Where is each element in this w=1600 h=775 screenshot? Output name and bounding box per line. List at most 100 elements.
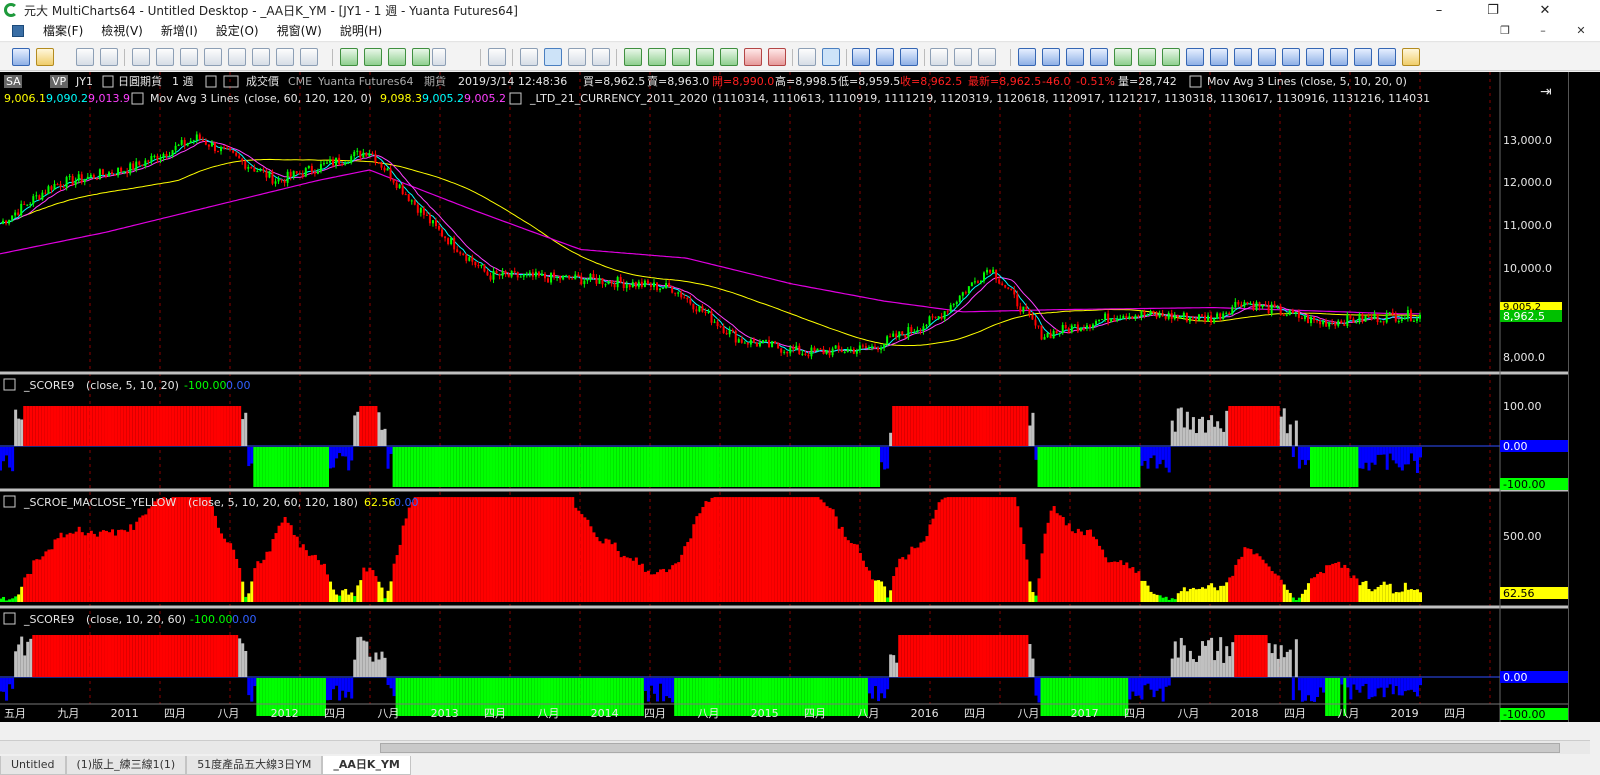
menu-window[interactable]: 視窗(W) xyxy=(268,22,331,39)
score-bar xyxy=(1128,678,1132,700)
crosshair-icon[interactable] xyxy=(822,48,840,66)
indicator-1-icon[interactable] xyxy=(624,48,642,66)
score-bar xyxy=(486,447,490,487)
remove-sub2-icon[interactable] xyxy=(3,495,16,508)
refresh-icon[interactable] xyxy=(1306,48,1324,66)
chart-window[interactable]: SA VP JY1 日圓期貨 1 週 成交價 CME Yuanta Future… xyxy=(0,72,1568,722)
line-chart-style-icon[interactable] xyxy=(592,48,610,66)
indicator-6-icon[interactable] xyxy=(744,48,762,66)
score-bar xyxy=(898,635,902,677)
strategy-icon[interactable] xyxy=(388,48,406,66)
bar-chart-style-icon[interactable] xyxy=(520,48,538,66)
rotate-icon[interactable] xyxy=(1282,48,1300,66)
scroll-right-icon[interactable] xyxy=(1042,48,1060,66)
remove-sub3-icon[interactable] xyxy=(3,612,16,625)
format-window-icon[interactable] xyxy=(488,48,506,66)
maclose-bar xyxy=(537,497,541,602)
menu-insert[interactable]: 新增(I) xyxy=(152,22,207,39)
scroll-left-icon[interactable] xyxy=(1018,48,1036,66)
chart-layout-3-icon[interactable] xyxy=(978,48,996,66)
menu-view[interactable]: 檢視(V) xyxy=(92,22,152,39)
horizontal-scrollbar[interactable] xyxy=(0,740,1590,754)
mdi-close-button[interactable]: ✕ xyxy=(1562,20,1600,42)
remove-sub1-icon[interactable] xyxy=(3,378,16,391)
menu-help[interactable]: 說明(H) xyxy=(331,22,391,39)
scanner-window-icon[interactable] xyxy=(180,48,198,66)
alert-icon[interactable] xyxy=(900,48,918,66)
sheet-tab-1[interactable]: Untitled xyxy=(0,756,66,775)
chart-window-icon[interactable] xyxy=(132,48,150,66)
save-icon[interactable] xyxy=(76,48,94,66)
sheet-tab-active[interactable]: _AA日K_YM xyxy=(322,756,411,775)
candle-body xyxy=(979,280,982,283)
open-folder-icon[interactable] xyxy=(36,48,54,66)
score-bar xyxy=(755,447,759,487)
menu-file[interactable]: 檔案(F) xyxy=(34,22,92,39)
candle-body xyxy=(659,288,662,291)
reset-view-icon[interactable] xyxy=(1330,48,1348,66)
indicator-3-icon[interactable] xyxy=(672,48,690,66)
chart-layout-2-icon[interactable] xyxy=(954,48,972,66)
compress-icon[interactable] xyxy=(1210,48,1228,66)
remove-study2-icon[interactable] xyxy=(131,92,144,105)
indicator-4-icon[interactable] xyxy=(696,48,714,66)
move-left-right-icon[interactable] xyxy=(1162,48,1180,66)
trade-bar-icon[interactable] xyxy=(252,48,270,66)
dom-window-icon[interactable] xyxy=(204,48,222,66)
indicator-2-icon[interactable] xyxy=(648,48,666,66)
scrollbar-thumb[interactable] xyxy=(380,743,1560,753)
order-tracking-icon[interactable] xyxy=(300,48,318,66)
r-toggle[interactable] xyxy=(223,75,239,88)
maximize-button[interactable]: ❐ xyxy=(1470,0,1516,20)
score-bar xyxy=(44,635,48,677)
remove-study1-icon[interactable] xyxy=(1189,75,1202,88)
interval-dropdown[interactable] xyxy=(205,75,217,88)
mdi-minimize-button[interactable]: – xyxy=(1524,20,1562,42)
zoom-out-icon[interactable] xyxy=(1258,48,1276,66)
drawing-tool-icon[interactable] xyxy=(412,48,430,66)
zoom-fit-icon[interactable] xyxy=(1090,48,1108,66)
chevron-down-icon[interactable] xyxy=(432,48,446,66)
remove-study3-icon[interactable] xyxy=(509,92,522,105)
print-icon[interactable] xyxy=(100,48,118,66)
mdi-restore-button[interactable]: ❐ xyxy=(1486,20,1524,42)
score-bar xyxy=(737,678,741,716)
hollow-candle-style-icon[interactable] xyxy=(568,48,586,66)
hand-icon[interactable] xyxy=(1402,48,1420,66)
history-icon[interactable] xyxy=(1378,48,1396,66)
indicator-7-icon[interactable] xyxy=(768,48,786,66)
portfolio-window-icon[interactable] xyxy=(228,48,246,66)
pointer-icon[interactable] xyxy=(798,48,816,66)
menu-settings[interactable]: 設定(O) xyxy=(207,22,268,39)
tooltip-icon[interactable] xyxy=(876,48,894,66)
minimize-button[interactable]: – xyxy=(1416,0,1462,20)
sheet-tab-3[interactable]: 51度產品五大線3日YM xyxy=(186,756,323,775)
auto-scale-icon[interactable] xyxy=(1354,48,1372,66)
insert-study-icon[interactable] xyxy=(340,48,358,66)
score-bar xyxy=(465,678,469,716)
chart-layout-1-icon[interactable] xyxy=(930,48,948,66)
maclose-bar xyxy=(976,497,980,602)
score-bar xyxy=(1273,406,1277,446)
data-window-icon[interactable] xyxy=(852,48,870,66)
insert-signal-icon[interactable] xyxy=(364,48,382,66)
indicator-5-icon[interactable] xyxy=(720,48,738,66)
move-down-icon[interactable] xyxy=(1138,48,1156,66)
market-scanner-icon[interactable] xyxy=(276,48,294,66)
new-window-icon[interactable] xyxy=(12,48,30,66)
hourglass-icon[interactable] xyxy=(1066,48,1084,66)
score-bar xyxy=(855,447,859,487)
grid-window-icon[interactable] xyxy=(156,48,174,66)
expand-icon[interactable] xyxy=(1186,48,1204,66)
chart-canvas[interactable]: SA VP JY1 日圓期貨 1 週 成交價 CME Yuanta Future… xyxy=(0,72,1568,722)
candle-body xyxy=(1385,313,1388,323)
sheet-tab-2[interactable]: (1)版上_練三線1(1) xyxy=(65,756,187,775)
zoom-in-icon[interactable] xyxy=(1234,48,1252,66)
close-button[interactable]: ✕ xyxy=(1522,0,1568,20)
maclose-bar xyxy=(41,556,45,602)
maclose-bar xyxy=(671,565,675,602)
pin-icon[interactable]: ⇥ xyxy=(1540,84,1552,100)
candlestick-style-icon[interactable] xyxy=(544,48,562,66)
move-up-icon[interactable] xyxy=(1114,48,1132,66)
symbol-dropdown[interactable] xyxy=(102,75,114,88)
